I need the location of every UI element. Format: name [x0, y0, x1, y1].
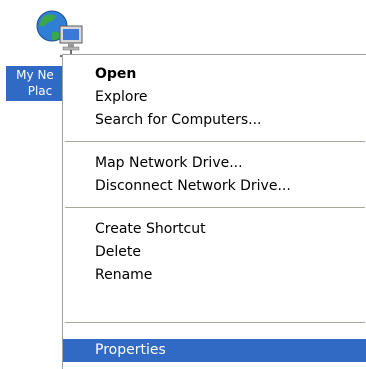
desktop-icon-label: My Ne Plac	[6, 66, 64, 101]
menu-item-properties[interactable]: Properties	[63, 339, 366, 362]
menu-separator	[65, 141, 365, 142]
menu-item-search-for-computers[interactable]: Search for Computers...	[63, 109, 366, 132]
menu-item-delete[interactable]: Delete	[63, 241, 366, 264]
menu-item-map-network-drive[interactable]: Map Network Drive...	[63, 152, 366, 175]
menu-item-rename[interactable]: Rename	[63, 264, 366, 287]
context-menu: Open Explore Search for Computers... Map…	[62, 54, 366, 369]
menu-item-explore[interactable]: Explore	[63, 86, 366, 109]
my-network-places-desktop-icon[interactable]: My Ne Plac	[0, 0, 83, 120]
desktop-icon-label-line2: Plac	[27, 84, 53, 98]
menu-item-create-shortcut[interactable]: Create Shortcut	[63, 218, 366, 241]
menu-item-open[interactable]: Open	[63, 63, 366, 86]
menu-separator	[65, 207, 365, 208]
menu-item-disconnect-network-drive[interactable]: Disconnect Network Drive...	[63, 175, 366, 198]
desktop-icon-label-line1: My Ne	[16, 68, 54, 82]
menu-separator	[65, 322, 365, 323]
